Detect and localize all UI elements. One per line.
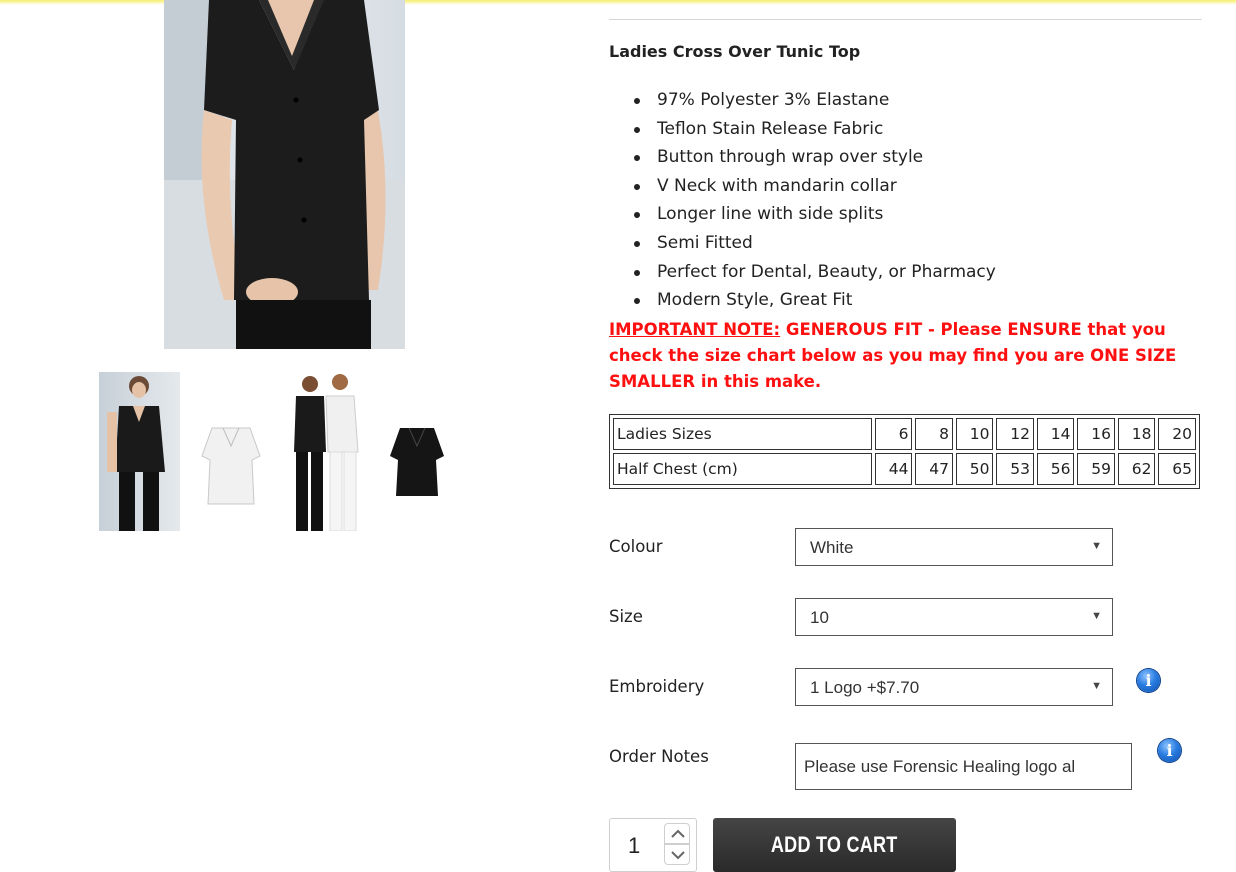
thumbnail-black-tunic[interactable] <box>378 372 456 531</box>
feature-item: Perfect for Dental, Beauty, or Pharmacy <box>630 258 996 287</box>
size-chart-cell: 65 <box>1158 453 1196 485</box>
chevron-down-icon <box>671 851 685 860</box>
size-chart-row-sizes: Ladies Sizes 6 8 10 12 14 16 18 20 <box>613 418 1196 450</box>
embroidery-select-value: 1 Logo +$7.70 <box>810 678 920 697</box>
order-notes-label: Order Notes <box>609 747 709 766</box>
important-note: IMPORTANT NOTE: GENEROUS FIT - Please EN… <box>609 317 1209 395</box>
product-title: Ladies Cross Over Tunic Top <box>609 42 861 61</box>
size-chart-cell: 10 <box>955 418 994 450</box>
order-notes-input[interactable]: Please use Forensic Healing logo al <box>795 743 1132 790</box>
feature-item: 97% Polyester 3% Elastane <box>630 86 996 115</box>
quantity-increase-button[interactable] <box>664 823 690 844</box>
add-to-cart-label: ADD TO CART <box>771 832 898 857</box>
quantity-value[interactable]: 1 <box>628 833 640 859</box>
size-chart-cell: 18 <box>1117 418 1156 450</box>
feature-item: Teflon Stain Release Fabric <box>630 115 996 144</box>
size-chart-row-label: Half Chest (cm) <box>613 453 872 485</box>
size-chart-cell: 6 <box>874 418 913 450</box>
feature-item: Button through wrap over style <box>630 143 996 172</box>
size-chart-cell: 56 <box>1036 453 1075 485</box>
quantity-decrease-button[interactable] <box>664 844 690 865</box>
size-select-value: 10 <box>810 608 829 627</box>
size-chart-cell: 12 <box>996 418 1034 450</box>
feature-list: 97% Polyester 3% Elastane Teflon Stain R… <box>630 86 996 315</box>
dropdown-arrow-icon: ▼ <box>1091 540 1102 552</box>
size-chart-cell: 8 <box>915 418 953 450</box>
colour-select-value: White <box>810 538 854 557</box>
size-chart-cell: 47 <box>915 453 953 485</box>
chevron-up-icon <box>671 829 685 838</box>
size-chart-cell: 14 <box>1036 418 1075 450</box>
feature-item: Modern Style, Great Fit <box>630 286 996 315</box>
section-divider <box>609 19 1202 20</box>
size-chart-cell: 50 <box>955 453 994 485</box>
size-chart-cell: 59 <box>1077 453 1115 485</box>
embroidery-info-icon[interactable]: i <box>1137 669 1160 692</box>
main-product-image[interactable] <box>164 0 405 349</box>
colour-select[interactable]: White ▼ <box>795 528 1113 566</box>
size-chart-row-chest: Half Chest (cm) 44 47 50 53 56 59 62 65 <box>613 453 1196 485</box>
embroidery-select[interactable]: 1 Logo +$7.70 ▼ <box>795 668 1113 706</box>
size-label: Size <box>609 607 643 626</box>
size-chart-row-label: Ladies Sizes <box>613 418 872 450</box>
size-chart-cell: 62 <box>1117 453 1156 485</box>
size-chart-cell: 20 <box>1158 418 1196 450</box>
thumbnail-white-tunic[interactable] <box>190 372 272 531</box>
important-note-label: IMPORTANT NOTE: <box>609 320 781 339</box>
feature-item: V Neck with mandarin collar <box>630 172 996 201</box>
thumbnail-black-model[interactable] <box>99 372 180 531</box>
embroidery-label: Embroidery <box>609 677 705 696</box>
dropdown-arrow-icon: ▼ <box>1091 680 1102 692</box>
size-chart-cell: 16 <box>1077 418 1115 450</box>
feature-item: Longer line with side splits <box>630 200 996 229</box>
colour-label: Colour <box>609 537 663 556</box>
size-chart-table: Ladies Sizes 6 8 10 12 14 16 18 20 Half … <box>609 414 1200 489</box>
add-to-cart-button[interactable]: ADD TO CART <box>713 818 956 872</box>
size-chart-cell: 53 <box>996 453 1034 485</box>
dropdown-arrow-icon: ▼ <box>1091 610 1102 622</box>
size-select[interactable]: 10 ▼ <box>795 598 1113 636</box>
thumbnail-two-models[interactable] <box>284 372 366 531</box>
feature-item: Semi Fitted <box>630 229 996 258</box>
quantity-stepper[interactable]: 1 <box>609 818 697 872</box>
order-notes-info-icon[interactable]: i <box>1158 739 1181 762</box>
size-chart-cell: 44 <box>874 453 913 485</box>
